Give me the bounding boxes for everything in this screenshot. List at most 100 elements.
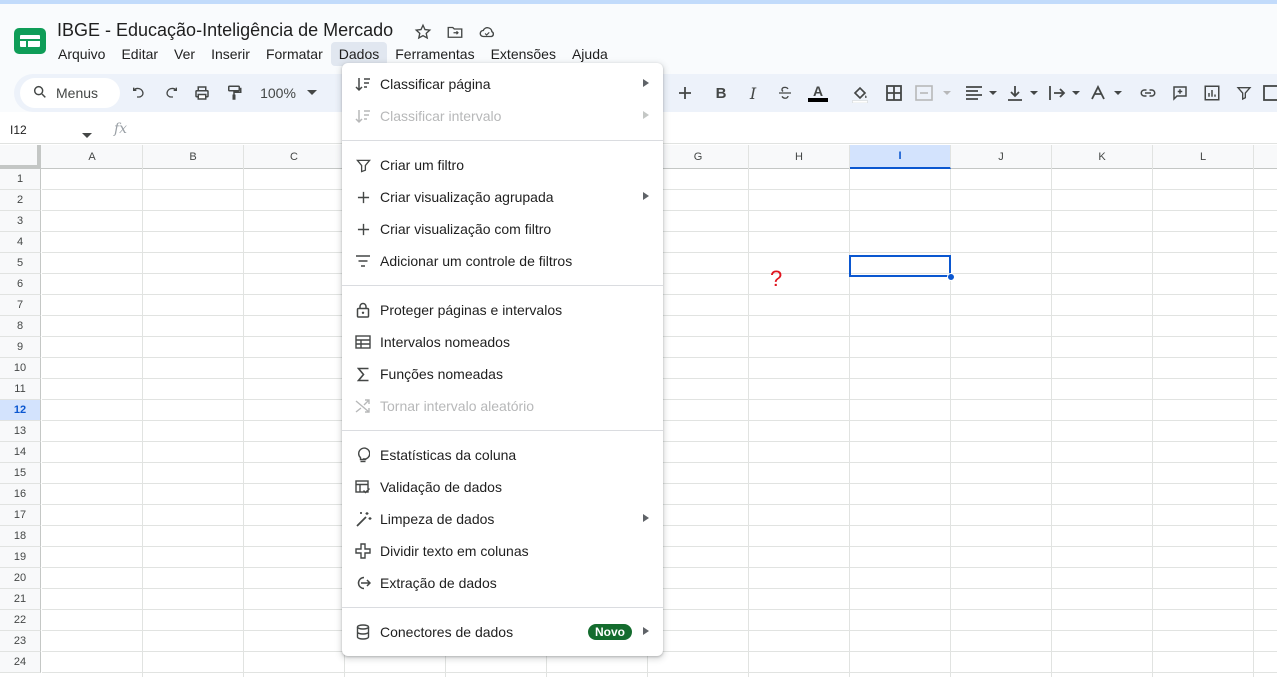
row-header-22[interactable]: 22 (0, 610, 41, 631)
menu-item-classificar-intervalo: Classificar intervalo (342, 100, 663, 132)
column-header-g[interactable]: G (648, 145, 749, 169)
menu-formatar[interactable]: Formatar (258, 42, 331, 66)
row-header-24[interactable]: 24 (0, 652, 41, 673)
menu-item-criar-visualizacao-com-filtro[interactable]: Criar visualização com filtro (342, 213, 663, 245)
row-header-17[interactable]: 17 (0, 505, 41, 526)
strikethrough-icon[interactable] (774, 82, 796, 104)
row-header-19[interactable]: 19 (0, 547, 41, 568)
menu-ver[interactable]: Ver (166, 42, 203, 66)
menu-item-funcoes-nomeadas[interactable]: Funções nomeadas (342, 358, 663, 390)
sort-range-icon (354, 107, 372, 125)
fill-handle[interactable] (947, 273, 955, 281)
rotate-icon[interactable] (1090, 82, 1124, 104)
row-header-7[interactable]: 7 (0, 295, 41, 316)
row-header-12[interactable]: 12 (0, 400, 41, 421)
row-header-8[interactable]: 8 (0, 316, 41, 337)
zoom-dropdown-icon[interactable] (304, 82, 320, 104)
paint-format-icon[interactable] (223, 82, 245, 104)
column-header-j[interactable]: J (951, 145, 1052, 169)
menu-item-adicionar-um-controle-de-filtros[interactable]: Adicionar um controle de filtros (342, 245, 663, 277)
borders-icon[interactable] (883, 82, 905, 104)
chart-icon[interactable] (1201, 82, 1223, 104)
print-icon[interactable] (191, 82, 213, 104)
extract-icon (354, 574, 372, 592)
row-header-3[interactable]: 3 (0, 211, 41, 232)
menu-inserir[interactable]: Inserir (203, 42, 258, 66)
menu-item-estatisticas-da-coluna[interactable]: Estatísticas da coluna (342, 439, 663, 471)
menu-item-limpeza-de-dados[interactable]: Limpeza de dados (342, 503, 663, 535)
menu-arquivo[interactable]: Arquivo (50, 42, 113, 66)
valign-icon[interactable] (1006, 82, 1040, 104)
row-header-10[interactable]: 10 (0, 358, 41, 379)
row-header-14[interactable]: 14 (0, 442, 41, 463)
menu-item-tornar-intervalo-aleatorio: Tornar intervalo aleatório (342, 390, 663, 422)
column-header-b[interactable]: B (143, 145, 244, 169)
row-header-4[interactable]: 4 (0, 232, 41, 253)
link-icon[interactable] (1137, 82, 1159, 104)
menus-search[interactable]: Menus (20, 78, 120, 108)
move-folder-icon[interactable] (444, 21, 466, 43)
row-header-9[interactable]: 9 (0, 337, 41, 358)
zoom-value[interactable]: 100% (258, 82, 298, 104)
row-header-23[interactable]: 23 (0, 631, 41, 652)
star-icon[interactable] (412, 21, 434, 43)
menu-item-dividir-texto-em-colunas[interactable]: Dividir texto em colunas (342, 535, 663, 567)
filter-icon[interactable] (1233, 82, 1255, 104)
menu-item-validacao-de-dados[interactable]: Validação de dados (342, 471, 663, 503)
row-header-15[interactable]: 15 (0, 463, 41, 484)
merge-cells-icon[interactable] (915, 82, 953, 104)
submenu-arrow-icon (643, 79, 649, 87)
column-header-l[interactable]: L (1153, 145, 1254, 169)
row-header-5[interactable]: 5 (0, 253, 41, 274)
menu-item-label: Adicionar um controle de filtros (380, 253, 573, 269)
row-header-21[interactable]: 21 (0, 589, 41, 610)
row-header-11[interactable]: 11 (0, 379, 41, 400)
menu-item-conectores-de-dados[interactable]: Conectores de dados Novo (342, 616, 663, 648)
undo-icon[interactable] (128, 82, 150, 104)
column-header-h[interactable]: H (749, 145, 850, 169)
row-header-20[interactable]: 20 (0, 568, 41, 589)
active-cell[interactable] (849, 255, 951, 277)
cloud-status-icon[interactable] (476, 21, 498, 43)
bold-icon[interactable]: B (710, 82, 732, 104)
row-header-13[interactable]: 13 (0, 421, 41, 442)
name-box[interactable]: I12 (10, 123, 27, 137)
text-color-icon[interactable]: A (807, 82, 829, 104)
column-header-i[interactable]: I (850, 145, 951, 169)
add-icon[interactable] (674, 82, 696, 104)
menu-separator (342, 607, 663, 608)
redo-icon[interactable] (160, 82, 182, 104)
menu-item-label: Conectores de dados (380, 624, 514, 640)
document-title[interactable]: IBGE - Educação-Inteligência de Mercado (57, 20, 393, 41)
menu-editar[interactable]: Editar (113, 42, 166, 66)
align-icon[interactable] (965, 82, 999, 104)
menu-separator (342, 140, 663, 141)
functions-icon[interactable] (1262, 82, 1277, 104)
row-header-2[interactable]: 2 (0, 190, 41, 211)
comment-icon[interactable] (1169, 82, 1191, 104)
menu-item-criar-visualizacao-agrupada[interactable]: Criar visualização agrupada (342, 181, 663, 213)
row-header-1[interactable]: 1 (0, 169, 41, 190)
menu-item-extracao-de-dados[interactable]: Extração de dados (342, 567, 663, 599)
menu-separator (342, 285, 663, 286)
column-header-c[interactable]: C (244, 145, 345, 169)
menu-item-proteger-paginas-e-intervalos[interactable]: Proteger páginas e intervalos (342, 294, 663, 326)
chevron-down-icon[interactable] (82, 126, 92, 144)
sheets-logo-icon[interactable] (12, 26, 48, 56)
row-header-6[interactable]: 6 (0, 274, 41, 295)
fill-color-icon[interactable] (849, 82, 871, 104)
menu-item-label: Criar visualização com filtro (380, 221, 552, 237)
select-all-corner[interactable] (0, 145, 41, 169)
fx-icon: fx (114, 121, 128, 137)
lock-icon (354, 301, 372, 319)
menu-item-intervalos-nomeados[interactable]: Intervalos nomeados (342, 326, 663, 358)
menu-item-classificar-pagina[interactable]: Classificar página (342, 68, 663, 100)
wrap-icon[interactable] (1048, 82, 1082, 104)
cell-annotation: ? (770, 266, 783, 291)
column-header-k[interactable]: K (1052, 145, 1153, 169)
row-header-16[interactable]: 16 (0, 484, 41, 505)
menu-item-criar-um-filtro[interactable]: Criar um filtro (342, 149, 663, 181)
column-header-a[interactable]: A (42, 145, 143, 169)
row-header-18[interactable]: 18 (0, 526, 41, 547)
italic-icon[interactable]: I (742, 82, 764, 104)
